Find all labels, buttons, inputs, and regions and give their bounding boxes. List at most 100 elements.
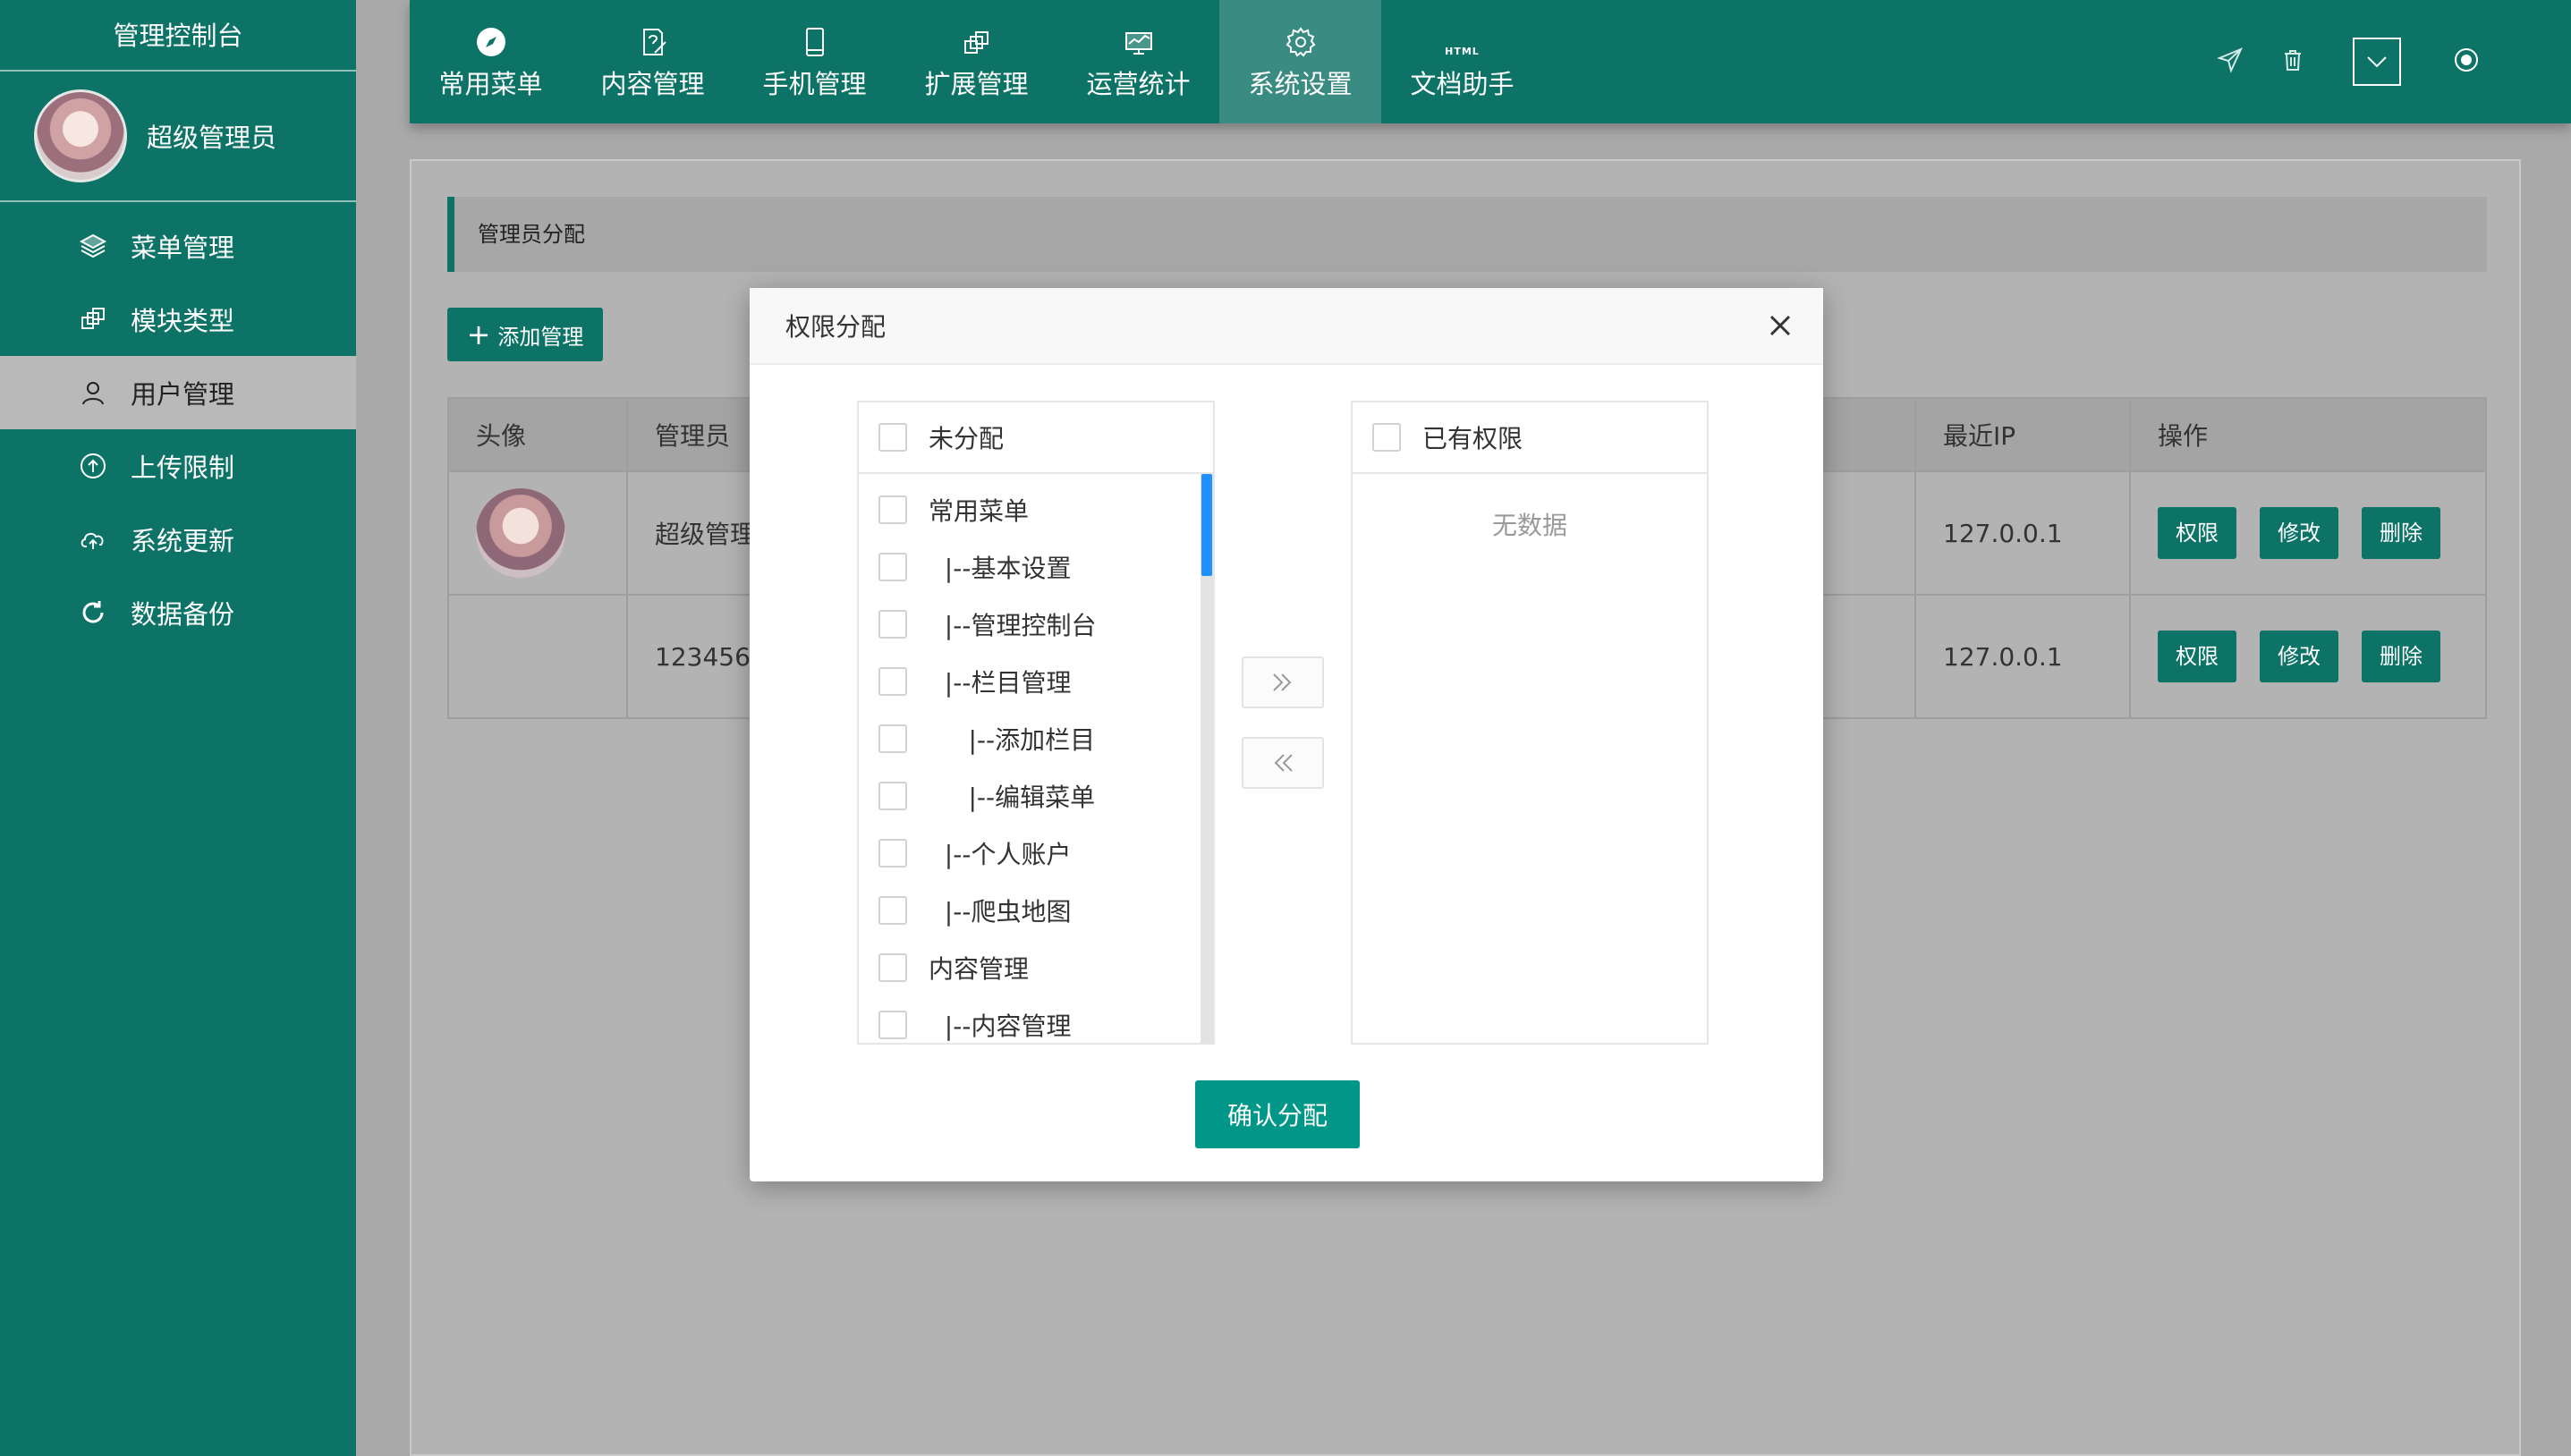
- tab-mobile[interactable]: 手机管理: [734, 0, 895, 123]
- unassigned-title: 未分配: [929, 424, 1005, 453]
- item-label: |--内容管理: [929, 1012, 1072, 1041]
- close-button[interactable]: [1762, 308, 1798, 343]
- edit-doc-icon: [637, 22, 669, 58]
- list-item[interactable]: |--编辑菜单: [859, 767, 1213, 825]
- confirm-assign-button[interactable]: 确认分配: [1195, 1080, 1360, 1148]
- top-nav-tabs: 常用菜单 内容管理 手机管理 扩展管理 运营统计 系统设置 HTML 文档助手: [410, 0, 1543, 123]
- tab-settings[interactable]: 系统设置: [1219, 0, 1381, 123]
- list-item[interactable]: |--栏目管理: [859, 653, 1213, 710]
- col-last-ip: 最近IP: [1914, 397, 2131, 472]
- permission-button[interactable]: 权限: [2158, 507, 2236, 559]
- list-item[interactable]: |--基本设置: [859, 538, 1213, 596]
- item-checkbox[interactable]: [878, 553, 907, 581]
- modules-icon: [77, 303, 109, 335]
- list-item[interactable]: |--内容管理: [859, 996, 1213, 1043]
- sidebar-item-backup[interactable]: 数据备份: [0, 576, 356, 649]
- item-checkbox[interactable]: [878, 782, 907, 810]
- send-icon: [2217, 47, 2244, 77]
- sidebar-item-modules[interactable]: 模块类型: [0, 283, 356, 356]
- select-all-assigned-checkbox[interactable]: [1372, 423, 1401, 452]
- permission-modal: 权限分配 未分配 常用菜单 |--基本设置 |--管理控制台 |--栏目管理 |…: [750, 288, 1823, 1181]
- item-checkbox[interactable]: [878, 667, 907, 696]
- tab-extension[interactable]: 扩展管理: [895, 0, 1057, 123]
- sidebar-item-update[interactable]: 系统更新: [0, 503, 356, 576]
- top-navbar: 常用菜单 内容管理 手机管理 扩展管理 运营统计 系统设置 HTML 文档助手: [410, 0, 2571, 123]
- sidebar-user[interactable]: 超级管理员: [0, 72, 356, 202]
- tab-doc-assistant[interactable]: HTML 文档助手: [1381, 0, 1543, 123]
- scrollbar-track[interactable]: [1201, 474, 1213, 1043]
- record-button[interactable]: [2453, 0, 2480, 123]
- delete-button[interactable]: 删除: [2362, 507, 2440, 559]
- item-checkbox[interactable]: [878, 610, 907, 639]
- row-actions: 权限 修改 删除: [2129, 470, 2487, 596]
- item-label: |--管理控制台: [929, 611, 1097, 640]
- sidebar-item-menu[interactable]: 菜单管理: [0, 209, 356, 283]
- select-all-unassigned-checkbox[interactable]: [878, 423, 907, 452]
- list-item[interactable]: 常用菜单: [859, 481, 1213, 538]
- scrollbar-thumb[interactable]: [1201, 474, 1212, 576]
- list-item[interactable]: |--添加栏目: [859, 710, 1213, 767]
- move-left-button[interactable]: [1242, 737, 1324, 789]
- dropdown-icon: [2353, 38, 2401, 86]
- tab-content[interactable]: 内容管理: [572, 0, 734, 123]
- edit-button[interactable]: 修改: [2260, 507, 2338, 559]
- row-actions: 权限 修改 删除: [2129, 594, 2487, 719]
- tab-statistics[interactable]: 运营统计: [1057, 0, 1219, 123]
- double-chevron-right-icon: [1273, 673, 1292, 691]
- item-label: 内容管理: [929, 954, 1030, 984]
- row-ip: 127.0.0.1: [1914, 470, 2131, 596]
- plus-icon: +: [466, 317, 491, 351]
- assigned-title: 已有权限: [1422, 424, 1523, 453]
- send-button[interactable]: [2217, 0, 2244, 123]
- user-name: 超级管理员: [147, 123, 277, 153]
- assigned-header: 已有权限: [1353, 402, 1707, 474]
- sidebar-item-users[interactable]: 用户管理: [0, 356, 356, 429]
- item-checkbox[interactable]: [878, 896, 907, 925]
- move-right-button[interactable]: [1242, 656, 1324, 708]
- list-item[interactable]: |--爬虫地图: [859, 882, 1213, 939]
- layers-icon: [77, 230, 109, 262]
- unassigned-header: 未分配: [859, 402, 1213, 474]
- permission-button[interactable]: 权限: [2158, 631, 2236, 682]
- item-label: |--基本设置: [929, 554, 1072, 583]
- avatar[interactable]: [34, 89, 127, 182]
- list-item[interactable]: |--个人账户: [859, 825, 1213, 882]
- sidebar-menu: 菜单管理 模块类型 用户管理 上传限制 系统更新 数据备份: [0, 202, 356, 649]
- item-label: |--编辑菜单: [929, 783, 1096, 812]
- list-item[interactable]: 内容管理: [859, 939, 1213, 996]
- sidebar-item-label: 上传限制: [131, 453, 235, 483]
- sidebar-item-label: 用户管理: [131, 379, 235, 410]
- item-label: |--个人账户: [929, 840, 1072, 869]
- tab-common-menu[interactable]: 常用菜单: [410, 0, 572, 123]
- item-checkbox[interactable]: [878, 839, 907, 868]
- add-admin-button[interactable]: + 添加管理: [447, 308, 603, 361]
- row-avatar-cell: [447, 594, 628, 719]
- delete-button[interactable]: 删除: [2362, 631, 2440, 682]
- sidebar-item-label: 数据备份: [131, 599, 235, 630]
- compass-icon: [475, 22, 507, 58]
- empty-state: 无数据: [1491, 511, 1567, 540]
- trash-button[interactable]: [2283, 0, 2303, 123]
- cloud-upload-icon: [77, 523, 109, 555]
- edit-button[interactable]: 修改: [2260, 631, 2338, 682]
- sidebar-item-upload[interactable]: 上传限制: [0, 429, 356, 503]
- tab-label: 常用菜单: [438, 69, 543, 99]
- item-checkbox[interactable]: [878, 495, 907, 524]
- add-admin-label: 添加管理: [497, 324, 584, 350]
- record-icon: [2453, 47, 2480, 77]
- breadcrumb: 管理员分配: [447, 197, 2487, 272]
- item-checkbox[interactable]: [878, 724, 907, 753]
- item-checkbox[interactable]: [878, 1011, 907, 1039]
- html-icon: HTML: [1445, 46, 1480, 57]
- sidebar-item-label: 菜单管理: [131, 233, 235, 263]
- dropdown-button[interactable]: [2353, 0, 2401, 123]
- sidebar-title: 管理控制台: [0, 0, 356, 72]
- unassigned-items[interactable]: 常用菜单 |--基本设置 |--管理控制台 |--栏目管理 |--添加栏目 |-…: [859, 474, 1213, 1043]
- tab-label: 运营统计: [1086, 69, 1191, 99]
- trash-icon: [2283, 48, 2303, 75]
- row-avatar-cell: [447, 470, 628, 596]
- tab-label: 内容管理: [600, 69, 705, 99]
- list-item[interactable]: |--管理控制台: [859, 596, 1213, 653]
- refresh-icon: [77, 597, 109, 629]
- item-checkbox[interactable]: [878, 953, 907, 982]
